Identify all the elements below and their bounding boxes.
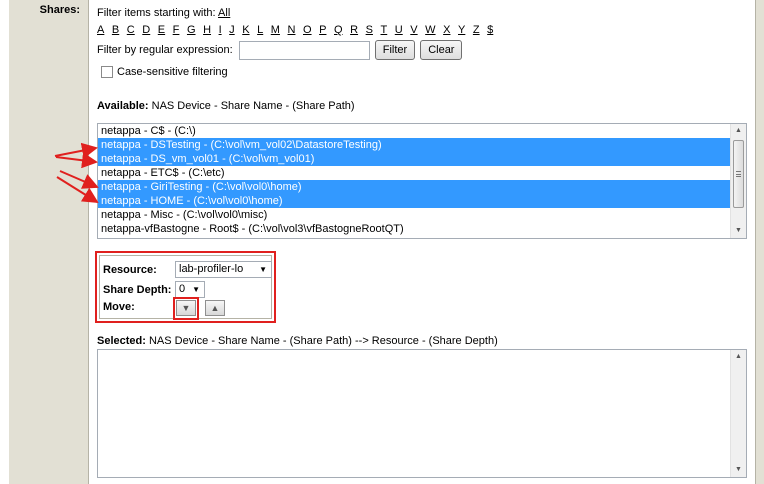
share-list-item[interactable]: netappa - Misc - (C:\vol\vol0\misc) — [98, 208, 731, 222]
letter-filter-link[interactable]: F — [173, 24, 180, 36]
chevron-down-icon: ▼ — [192, 285, 200, 294]
available-heading-text: NAS Device - Share Name - (Share Path) — [151, 100, 355, 112]
filter-prefix: Filter items starting with: — [97, 7, 216, 19]
letter-filter-link[interactable]: S — [366, 24, 373, 36]
move-down-button[interactable]: ▼ — [176, 300, 196, 316]
letter-filter-link[interactable]: W — [425, 24, 435, 36]
shares-content: Filter items starting with: All ABCDEFGH… — [95, 0, 752, 484]
shares-label: Shares: — [39, 4, 80, 16]
share-list-item[interactable]: netappa-vfBastogne - Root$ - (C:\vol\vol… — [98, 222, 731, 236]
scroll-down-icon[interactable]: ▼ — [731, 224, 746, 238]
share-list-item[interactable]: netappa - GiriTesting - (C:\vol\vol0\hom… — [98, 180, 731, 194]
regex-label: Filter by regular expression: — [97, 44, 233, 56]
available-items: netappa - C$ - (C:\) netappa - DSTesting … — [98, 124, 746, 236]
arrow-down-icon: ▼ — [181, 303, 191, 313]
letter-filter-link[interactable]: A — [97, 24, 104, 36]
letter-filter-link[interactable]: $ — [487, 24, 493, 36]
right-border — [755, 0, 764, 484]
selected-heading-bold: Selected: — [97, 335, 146, 347]
filter-line: Filter items starting with: All — [97, 7, 230, 19]
chevron-down-icon: ▼ — [259, 265, 267, 274]
letter-filter-link[interactable]: Z — [473, 24, 480, 36]
letter-filter-link[interactable]: J — [229, 24, 235, 36]
move-label: Move: — [103, 301, 135, 313]
scroll-up-icon[interactable]: ▲ — [731, 124, 746, 138]
share-depth-row: Share Depth: 0 ▼ — [103, 281, 205, 298]
available-heading: Available: NAS Device - Share Name - (Sh… — [97, 100, 355, 112]
scroll-thumb[interactable] — [733, 140, 744, 208]
regex-filter-row: Filter by regular expression: Filter Cle… — [97, 40, 463, 60]
share-list-item[interactable]: netappa - HOME - (C:\vol\vol0\home) — [98, 194, 731, 208]
left-border — [0, 0, 9, 484]
letter-filter-link[interactable]: P — [319, 24, 326, 36]
selected-heading-text: NAS Device - Share Name - (Share Path) -… — [148, 335, 498, 347]
letter-filter-link[interactable]: D — [142, 24, 150, 36]
filter-button[interactable]: Filter — [374, 40, 416, 60]
available-shares-list[interactable]: netappa - C$ - (C:\) netappa - DSTesting … — [97, 123, 747, 239]
letter-filter-link[interactable]: H — [203, 24, 211, 36]
selected-scrollbar[interactable]: ▲ ▼ — [730, 350, 746, 477]
filter-all-link[interactable]: All — [218, 7, 230, 19]
move-row: Move: — [103, 301, 135, 313]
resource-panel: Resource: lab-profiler-lo ▼ Share Depth:… — [99, 255, 272, 320]
letter-filter-link[interactable]: N — [288, 24, 296, 36]
letter-filter-link[interactable]: I — [219, 24, 222, 36]
share-depth-value: 0 — [179, 283, 186, 295]
letter-filter-link[interactable]: G — [187, 24, 196, 36]
resource-select[interactable]: lab-profiler-lo ▼ — [175, 261, 272, 278]
letter-filter-link[interactable]: U — [395, 24, 403, 36]
resource-panel-highlight: Resource: lab-profiler-lo ▼ Share Depth:… — [95, 251, 276, 323]
available-scrollbar[interactable]: ▲ ▼ — [730, 124, 746, 238]
case-sensitive-row[interactable]: Case-sensitive filtering — [101, 66, 228, 78]
clear-button[interactable]: Clear — [420, 40, 463, 60]
share-list-item[interactable]: netappa - DSTesting - (C:\vol\vm_vol02\D… — [98, 138, 731, 152]
share-list-item[interactable]: netappa - C$ - (C:\) — [98, 124, 731, 138]
letter-filter-link[interactable]: X — [443, 24, 450, 36]
resource-label: Resource: — [103, 263, 157, 276]
regex-input[interactable] — [238, 40, 370, 60]
letter-filter-link[interactable]: L — [257, 24, 263, 36]
letter-filter-link[interactable]: M — [271, 24, 280, 36]
grip-icon — [736, 171, 741, 177]
scroll-up-icon[interactable]: ▲ — [731, 350, 746, 364]
letter-filter-link[interactable]: B — [112, 24, 119, 36]
letter-filter-link[interactable]: K — [242, 24, 249, 36]
label-column: Shares: — [9, 0, 89, 484]
letter-filter-link[interactable]: V — [410, 24, 417, 36]
letter-filter-link[interactable]: Q — [334, 24, 343, 36]
resource-value: lab-profiler-lo — [179, 263, 244, 275]
resource-row: Resource: lab-profiler-lo ▼ — [103, 261, 272, 278]
case-sensitive-label: Case-sensitive filtering — [117, 66, 228, 78]
letter-filter-link[interactable]: T — [381, 24, 388, 36]
share-list-item[interactable]: netappa - DS_vm_vol01 - (C:\vol\vm_vol01… — [98, 152, 731, 166]
arrow-up-icon: ▲ — [210, 303, 220, 313]
share-list-item[interactable]: netappa - ETC$ - (C:\etc) — [98, 166, 731, 180]
letter-filter-link[interactable]: R — [350, 24, 358, 36]
move-up-button[interactable]: ▲ — [205, 300, 225, 316]
scroll-down-icon[interactable]: ▼ — [731, 463, 746, 477]
share-depth-select[interactable]: 0 ▼ — [175, 281, 205, 298]
letter-filter-link[interactable]: C — [127, 24, 135, 36]
letter-filter-bar: A B C D E F G H I J K L M N O P Q R S T U V W X Y Z $ — [97, 24, 501, 36]
selected-shares-list[interactable]: ▲ ▼ — [97, 349, 747, 478]
letter-filter-link[interactable]: E — [158, 24, 165, 36]
move-down-highlight: ▼ — [173, 297, 199, 320]
available-heading-bold: Available: — [97, 100, 149, 112]
letter-filter-link[interactable]: Y — [458, 24, 465, 36]
case-sensitive-checkbox[interactable] — [101, 66, 113, 78]
share-depth-label: Share Depth: — [103, 283, 172, 296]
selected-heading: Selected: NAS Device - Share Name - (Sha… — [97, 335, 498, 347]
letter-filter-link[interactable]: O — [303, 24, 312, 36]
